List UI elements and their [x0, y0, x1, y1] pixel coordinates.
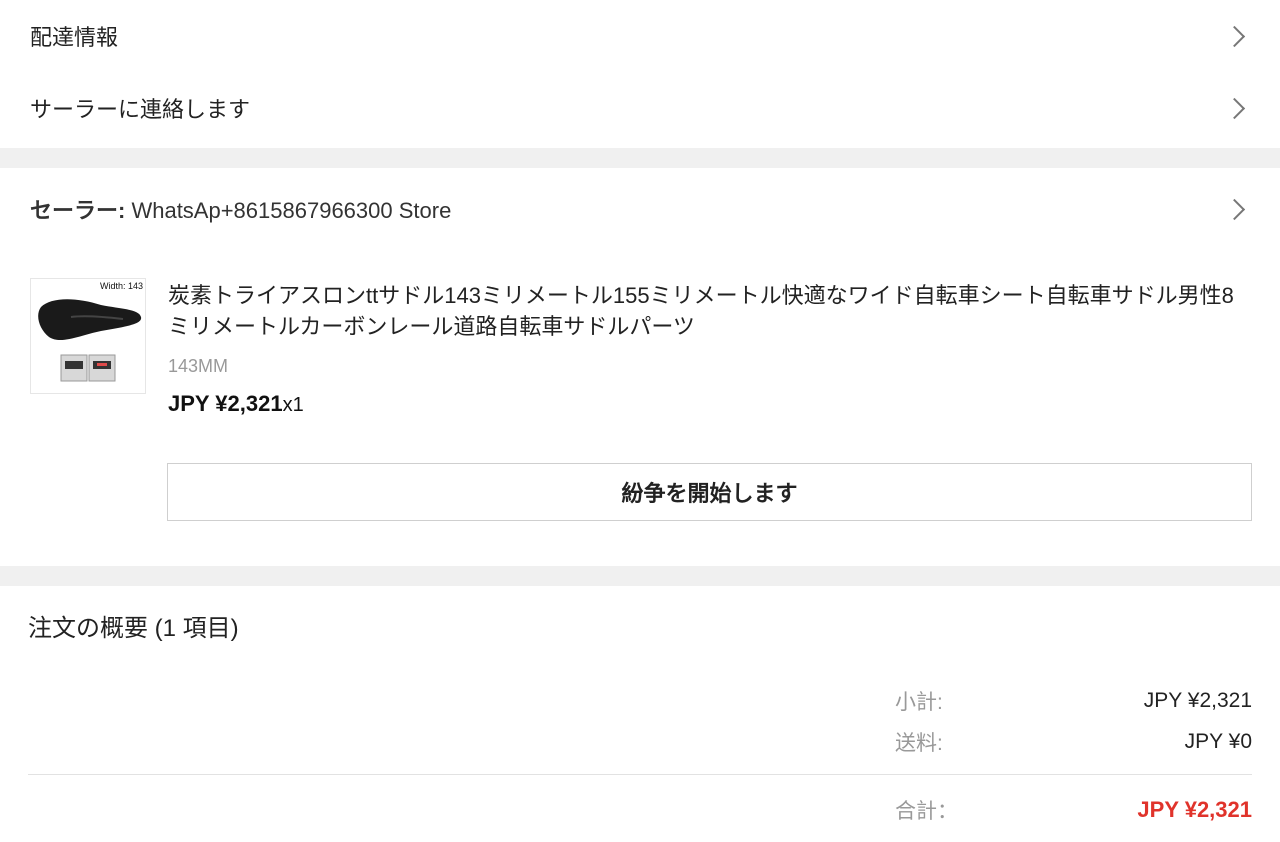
subtotal-line: 小計: JPY ¥2,321: [895, 686, 1252, 716]
chevron-right-icon: [1223, 97, 1246, 120]
order-summary: 注文の概要 (1 項目) 小計: JPY ¥2,321 送料: JPY ¥0 合…: [0, 586, 1280, 842]
seller-row[interactable]: セーラー: WhatsAp+8615867966300 Store: [0, 168, 1280, 250]
shipping-value: JPY ¥0: [1184, 730, 1252, 753]
seller-name: WhatsAp+8615867966300 Store: [131, 198, 452, 223]
contact-seller-label: サーラーに連絡します: [30, 97, 251, 122]
section-divider: [0, 566, 1280, 586]
total-line: 合計： JPY ¥2,321: [895, 795, 1252, 825]
product-quantity: x1: [282, 394, 304, 416]
product-image-caption: Width: 143: [99, 281, 143, 291]
product-image[interactable]: Width: 143: [30, 278, 146, 394]
total-label: 合計：: [895, 800, 958, 823]
total-value: JPY ¥2,321: [1137, 797, 1252, 822]
chevron-right-icon: [1223, 198, 1246, 221]
summary-divider: [28, 774, 1252, 775]
saddle-image: [38, 299, 142, 382]
shipping-line: 送料: JPY ¥0: [895, 727, 1252, 757]
product-variant: 143MM: [168, 356, 229, 376]
subtotal-value: JPY ¥2,321: [1143, 689, 1252, 712]
delivery-info-row[interactable]: 配達情報: [0, 0, 1280, 72]
contact-seller-row[interactable]: サーラーに連絡します: [0, 72, 1280, 144]
seller-label: セーラー: WhatsAp+8615867966300 Store: [30, 193, 451, 225]
subtotal-label: 小計:: [895, 691, 943, 714]
product-price-line: JPY ¥2,321x1: [168, 391, 1252, 417]
shipping-label: 送料:: [895, 732, 943, 755]
chevron-right-icon: [1223, 25, 1246, 48]
product-title[interactable]: 炭素トライアスロンttサドル143ミリメートル155ミリメートル快適なワイド自転…: [168, 280, 1252, 342]
order-summary-title: 注文の概要 (1 項目): [28, 615, 239, 642]
product-card: Width: 143 炭素トライアスロンttサドル143ミリメートル155ミリメ…: [0, 250, 1280, 566]
delivery-info-label: 配達情報: [30, 25, 119, 50]
section-divider: [0, 148, 1280, 168]
open-dispute-button[interactable]: 紛争を開始します: [167, 463, 1252, 521]
product-price: JPY ¥2,321: [168, 391, 283, 416]
seller-prefix: セーラー:: [30, 198, 126, 223]
